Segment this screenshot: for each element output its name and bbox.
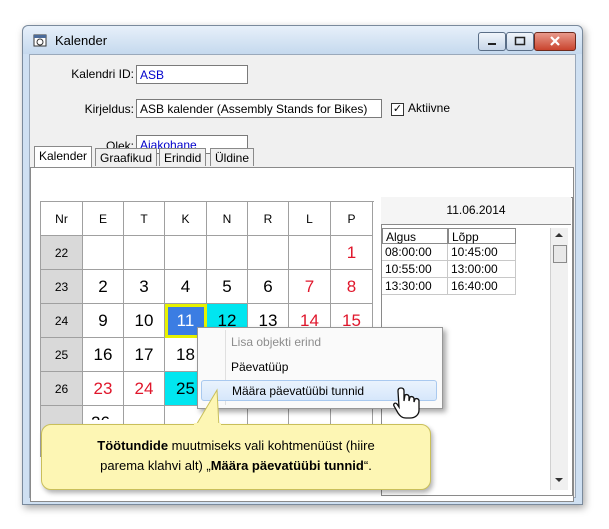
callout-line-2: parema klahvi alt) „Määra päevatüübi tun… [42,456,430,476]
calendar-day-cell[interactable]: 17 [124,338,165,372]
calendar-day-cell[interactable]: 5 [207,270,248,304]
weekday-header: T [124,202,165,236]
weekday-header: L [289,202,331,236]
schedule-scrollbar[interactable] [550,228,568,490]
column-header-start[interactable]: Algus [382,228,448,244]
calendar-day-cell[interactable]: 1 [331,236,373,270]
close-button[interactable] [534,32,576,51]
calendar-day-cell[interactable]: 8 [331,270,373,304]
callout-bold-command: Määra päevatüübi tunnid [210,458,364,473]
title-bar[interactable]: Kalender [23,26,582,54]
calendar-day-cell[interactable]: 3 [124,270,165,304]
start-time-cell[interactable]: 13:30:00 [382,278,448,295]
calendar-day-cell[interactable]: 10 [124,304,165,338]
week-number: 25 [41,338,83,372]
start-time-cell[interactable]: 10:55:00 [382,261,448,278]
maximize-icon [514,36,526,46]
calendar-day-cell[interactable]: 23 [83,372,124,406]
end-time-cell[interactable]: 16:40:00 [448,278,516,295]
week-number: 22 [41,236,83,270]
scroll-down-icon[interactable] [554,476,564,484]
calendar-day-cell[interactable]: 2 [83,270,124,304]
week-number: 23 [41,270,83,304]
schedule-date: 11.06.2014 [381,197,571,225]
hand-cursor-icon [393,387,420,419]
calendar-day-cell[interactable] [124,236,165,270]
tab-erindid[interactable]: Erindid [159,148,207,166]
description-input[interactable]: ASB kalender (Assembly Stands for Bikes) [136,99,382,118]
scrollbar-thumb[interactable] [553,245,567,263]
calendar-id-label: Kalendri ID: [71,67,134,81]
active-label: Aktiivne [408,101,451,115]
calendar-day-cell[interactable] [289,236,331,270]
callout-text-3: “. [363,458,372,473]
calendar-day-cell[interactable] [165,236,207,270]
instruction-callout: Töötundide muutmiseks vali kohtmenüüst (… [41,424,431,490]
start-time-cell[interactable]: 08:00:00 [382,244,448,261]
callout-text-1: muutmiseks vali kohtmenüüst (hiire [168,438,375,453]
close-icon [550,36,560,46]
minimize-icon [488,43,496,45]
calendar-day-cell[interactable]: 9 [83,304,124,338]
calendar-day-partial: 26 [91,408,121,420]
calendar-day-cell[interactable] [248,236,289,270]
tab-kalender[interactable]: Kalender [34,146,93,167]
week-number: 26 [41,372,83,406]
end-time-cell[interactable]: 10:45:00 [448,244,516,261]
column-header-end[interactable]: Lõpp [448,228,516,244]
calendar-day-cell[interactable] [207,236,248,270]
weekday-header: K [165,202,207,236]
active-checkbox[interactable]: ✓ [391,103,404,116]
calendar-day-cell[interactable]: 4 [165,270,207,304]
menu-item-day-type[interactable]: Päevatüüp [201,357,437,378]
callout-text-2: parema klahvi alt) „ [100,458,211,473]
tab-uldine[interactable]: Üldine [210,148,255,166]
calendar-app-icon [33,34,47,47]
callout-line-1: Töötundide muutmiseks vali kohtmenüüst (… [42,436,430,456]
menu-item-add-exception[interactable]: Lisa objekti erind [201,332,437,353]
maximize-button[interactable] [506,32,534,51]
tab-graafikud[interactable]: Graafikud [95,148,158,166]
calendar-day-cell[interactable] [83,236,124,270]
weekday-header: E [83,202,124,236]
scroll-up-icon[interactable] [554,231,564,239]
callout-bold-term: Töötundide [97,438,169,453]
weekday-header: Nr [41,202,83,236]
calendar-day-cell[interactable]: 7 [289,270,331,304]
calendar-day-cell[interactable]: 24 [124,372,165,406]
minimize-button[interactable] [478,32,506,51]
window-title: Kalender [55,33,108,48]
calendar-id-input[interactable]: ASB [136,65,248,84]
end-time-cell[interactable]: 13:00:00 [448,261,516,278]
callout-pointer [194,388,221,428]
weekday-header: R [248,202,289,236]
week-number: 24 [41,304,83,338]
weekday-header: N [207,202,248,236]
weekday-header: P [331,202,373,236]
description-label: Kirjeldus: [84,102,134,116]
calendar-day-cell[interactable]: 16 [83,338,124,372]
calendar-day-cell[interactable]: 6 [248,270,289,304]
